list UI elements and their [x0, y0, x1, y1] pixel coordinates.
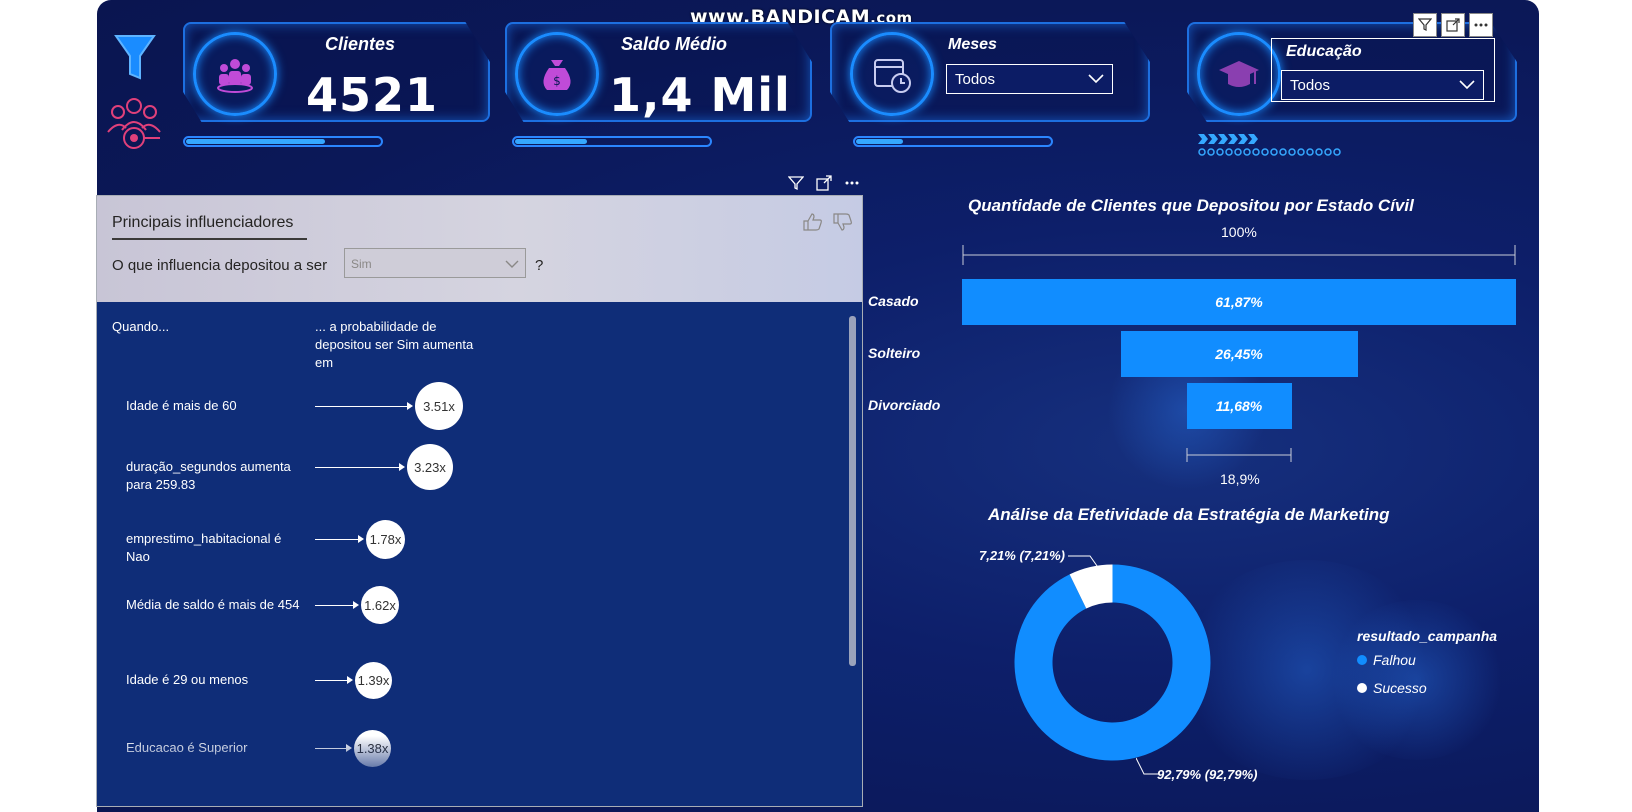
influencer-arrow: [315, 463, 405, 471]
legend-item-falhou[interactable]: Falhou: [1357, 652, 1416, 668]
legend-label: Falhou: [1373, 652, 1416, 668]
influencer-bubble[interactable]: 3.23x: [407, 444, 453, 490]
money-bag-icon: $: [515, 32, 599, 116]
kpi-card-clientes: Clientes 4521: [183, 22, 490, 122]
funnel-data-label: 26,45%: [1215, 346, 1263, 362]
dropdown-value: Sim: [351, 257, 372, 271]
kip-question-mark: ?: [535, 257, 544, 274]
kip-body: Quando... ... a probabilidade de deposit…: [97, 302, 862, 806]
dropdown-value: Todos: [1290, 76, 1331, 94]
people-target-icon: [104, 96, 164, 157]
legend-item-sucesso[interactable]: Sucesso: [1357, 680, 1427, 696]
kip-title: Principais influenciadores: [112, 214, 294, 231]
chevron-down-icon: [1459, 77, 1475, 94]
funnel-bar[interactable]: 11,68%: [1186, 383, 1292, 429]
dropdown-value: Todos: [955, 70, 996, 88]
legend-dot: [1357, 655, 1367, 665]
donut-label-falhou: 92,79% (92,79%): [1157, 767, 1258, 782]
leader-line: [1068, 555, 1103, 574]
kip-question: O que influencia depositou a ser: [112, 257, 328, 274]
influencer-label: Idade é 29 ou menos: [126, 672, 249, 687]
key-influencers-visual[interactable]: Principais influenciadores O que influen…: [96, 195, 863, 807]
funnel-bar[interactable]: 26,45%: [1120, 331, 1358, 377]
influencer-bubble[interactable]: 1.62x: [361, 586, 399, 624]
funnel-data-label: 11,68%: [1215, 398, 1263, 414]
influencer-bubble[interactable]: 1.78x: [366, 519, 405, 559]
influencer-arrow: [315, 601, 359, 609]
influencer-arrow: [315, 402, 413, 410]
donut-chart: [1014, 564, 1211, 761]
kpi-value: 1,4 Mil: [609, 68, 791, 122]
column-header-probability: ... a probabilidade de depositou ser Sim…: [315, 319, 474, 370]
fade-overlay: [97, 736, 862, 806]
donut-title: Análise da Efetividade da Estratégia de …: [988, 505, 1390, 524]
influencer-bubble[interactable]: 1.39x: [355, 661, 392, 699]
meses-dropdown[interactable]: Todos: [946, 64, 1113, 94]
kpi-title: Clientes: [325, 34, 396, 54]
funnel-top-bracket: [962, 243, 1516, 267]
funnel-bottom-bracket: [1186, 447, 1292, 463]
clients-icon: [193, 32, 277, 116]
kip-visual-header: [787, 175, 860, 196]
kpi-progress-bar: [853, 136, 1053, 147]
influencer-label: duração_segundos aumenta para 259.83: [126, 459, 291, 492]
funnel-bottom-label: 18,9%: [1220, 471, 1260, 487]
funnel-title: Quantidade de Clientes que Depositou por…: [968, 196, 1414, 215]
kpi-progress-bar: [512, 136, 712, 147]
legend-title: resultado_campanha: [1357, 628, 1498, 644]
funnel-data-label: 61,87%: [1215, 294, 1263, 310]
influencer-bubble[interactable]: 3.51x: [415, 382, 463, 430]
educacao-dropdown[interactable]: Todos: [1281, 70, 1484, 100]
thumbs-down-icon[interactable]: [833, 213, 853, 236]
calendar-clock-icon: [850, 32, 934, 116]
funnel-category-label: Casado: [868, 293, 919, 309]
funnel-category-label: Solteiro: [868, 345, 921, 361]
funnel-category-label: Divorciado: [868, 397, 941, 413]
funnel-filter-icon: [114, 34, 156, 89]
svg-text:$: $: [553, 74, 561, 88]
kip-feedback: [803, 213, 853, 236]
slicer-title: Meses: [948, 36, 997, 53]
funnel-bar[interactable]: 61,87%: [962, 279, 1516, 325]
focus-mode-icon[interactable]: [816, 175, 832, 196]
legend-label: Sucesso: [1373, 680, 1427, 696]
influencer-arrow: [315, 676, 353, 684]
kpi-progress-bar: [183, 136, 383, 147]
slicer-title: Educação: [1286, 43, 1362, 60]
influencer-label: Idade é mais de 60: [126, 398, 237, 413]
scrollbar[interactable]: [849, 316, 856, 666]
funnel-top-label: 100%: [1221, 224, 1257, 240]
visual-header-toolbar: [1413, 13, 1493, 37]
influencer-label: emprestimo_habitacional é Nao: [126, 531, 282, 564]
legend-dot: [1357, 683, 1367, 693]
leader-line: [1136, 757, 1158, 775]
filter-icon[interactable]: [1413, 13, 1437, 37]
more-options-icon[interactable]: [844, 175, 860, 196]
kip-header: Principais influenciadores O que influen…: [97, 196, 862, 302]
chevron-down-icon: [1088, 71, 1104, 88]
filter-icon[interactable]: [787, 175, 805, 196]
column-header-when: Quando...: [112, 319, 170, 334]
kpi-value: 4521: [306, 68, 439, 122]
kip-title-underline: [112, 238, 307, 240]
influencer-label: Média de saldo é mais de 454: [126, 597, 300, 612]
more-options-icon[interactable]: [1469, 13, 1493, 37]
focus-mode-icon[interactable]: [1441, 13, 1465, 37]
kpi-title: Saldo Médio: [621, 34, 728, 54]
graduation-cap-icon: [1197, 32, 1281, 116]
chevron-down-icon: [505, 258, 519, 272]
kpi-card-saldo-medio: $ Saldo Médio 1,4 Mil: [505, 22, 812, 122]
kip-target-dropdown[interactable]: Sim: [344, 248, 526, 278]
influencer-arrow: [315, 535, 364, 543]
decorative-chevrons: [1198, 134, 1348, 163]
donut-label-sucesso: 7,21% (7,21%): [979, 548, 1065, 563]
thumbs-up-icon[interactable]: [803, 213, 823, 236]
